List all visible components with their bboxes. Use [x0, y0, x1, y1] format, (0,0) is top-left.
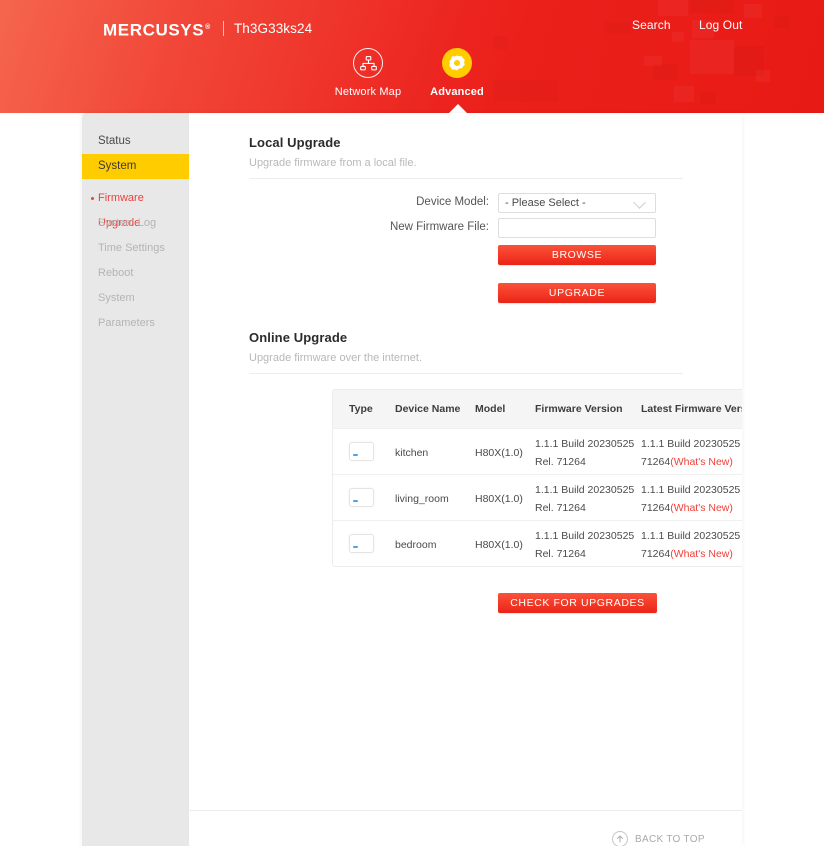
- device-model-label: Device Model:: [416, 196, 489, 208]
- cell-model: H80X(1.0): [475, 492, 523, 505]
- content-pane: Local Upgrade Upgrade firmware from a lo…: [189, 113, 742, 846]
- local-upgrade-subtitle: Upgrade firmware from a local file.: [249, 157, 417, 169]
- brand-name: MERCUSYS: [103, 20, 205, 40]
- cell-firmware-version: 1.1.1 Build 20230525 Rel. 71264: [535, 437, 635, 468]
- sidebar-item-label: System Log: [98, 217, 157, 229]
- sidebar-item-system[interactable]: System: [82, 154, 189, 179]
- sidebar-item-system-log[interactable]: System Log: [82, 211, 189, 236]
- logo-divider: [222, 21, 224, 37]
- back-to-top-button[interactable]: BACK TO TOP: [612, 831, 705, 846]
- search-link[interactable]: Search: [632, 18, 671, 32]
- nav-active-caret: [447, 104, 469, 113]
- nav-item-advanced[interactable]: Advanced: [407, 48, 507, 98]
- sidebar-item-label: Reboot: [98, 267, 134, 279]
- sidebar-item-reboot[interactable]: Reboot: [82, 261, 189, 286]
- browse-button[interactable]: BROWSE: [498, 245, 656, 265]
- cell-model: H80X(1.0): [475, 446, 523, 459]
- firmware-table: Type Device Name Model Firmware Version …: [332, 389, 742, 567]
- device-model-value: - Please Select -: [505, 197, 586, 209]
- page-header: MERCUSYS® Th3G33ks24 Search Log Out Netw…: [0, 0, 824, 113]
- primary-nav: Network Map Advanced: [0, 48, 824, 108]
- local-upgrade-title: Local Upgrade: [249, 135, 341, 150]
- column-header-type: Type: [349, 403, 373, 415]
- whats-new-link[interactable]: (What's New): [670, 548, 733, 560]
- cell-device-name: bedroom: [395, 538, 437, 551]
- cell-device-name: kitchen: [395, 446, 429, 459]
- active-bullet-icon: [91, 197, 94, 200]
- sidebar-item-system-parameters[interactable]: System Parameters: [82, 286, 189, 329]
- local-upgrade-divider: [249, 178, 683, 179]
- online-upgrade-title: Online Upgrade: [249, 330, 348, 345]
- whats-new-link[interactable]: (What's New): [670, 456, 733, 468]
- new-firmware-file-input[interactable]: [498, 218, 656, 238]
- chevron-down-icon: [633, 196, 646, 209]
- whats-new-link[interactable]: (What's New): [670, 502, 733, 514]
- brand-logo: MERCUSYS® Th3G33ks24: [103, 19, 312, 39]
- sidebar-nav: Status System Firmware Upgrade System Lo…: [82, 113, 189, 846]
- registered-mark-icon: ®: [205, 24, 211, 31]
- arrow-up-circle-icon: [612, 831, 628, 846]
- new-firmware-file-label: New Firmware File:: [389, 221, 489, 233]
- table-row[interactable]: kitchen H80X(1.0) 1.1.1 Build 20230525 R…: [333, 428, 742, 474]
- nav-label-advanced: Advanced: [430, 86, 484, 98]
- column-header-model: Model: [475, 403, 506, 415]
- column-header-firmware-version: Firmware Version: [535, 403, 623, 415]
- content-card: Status System Firmware Upgrade System Lo…: [82, 113, 742, 846]
- device-name-label: Th3G33ks24: [233, 21, 313, 37]
- logout-link[interactable]: Log Out: [699, 18, 742, 32]
- cell-firmware-version: 1.1.1 Build 20230525 Rel. 71264: [535, 529, 635, 560]
- back-to-top-label: BACK TO TOP: [635, 833, 705, 845]
- sidebar-item-time-settings[interactable]: Time Settings: [82, 236, 189, 261]
- sidebar-item-firmware-upgrade[interactable]: Firmware Upgrade: [82, 186, 189, 229]
- table-row[interactable]: bedroom H80X(1.0) 1.1.1 Build 20230525 R…: [333, 520, 742, 566]
- upgrade-button[interactable]: UPGRADE: [498, 283, 656, 303]
- cell-model: H80X(1.0): [475, 538, 523, 551]
- network-map-icon: [353, 48, 383, 78]
- router-admin-page: MERCUSYS® Th3G33ks24 Search Log Out Netw…: [0, 0, 824, 846]
- device-model-select[interactable]: - Please Select -: [498, 193, 656, 213]
- table-row[interactable]: living_room H80X(1.0) 1.1.1 Build 202305…: [333, 474, 742, 520]
- broken-image-icon: [349, 442, 374, 461]
- nav-label-network-map: Network Map: [334, 86, 402, 98]
- cell-device-name: living_room: [395, 492, 449, 505]
- broken-image-icon: [349, 534, 374, 553]
- online-upgrade-divider: [249, 373, 683, 374]
- online-upgrade-subtitle: Upgrade firmware over the internet.: [249, 352, 423, 364]
- column-header-latest-firmware-version: Latest Firmware Version: [641, 403, 742, 415]
- column-header-device-name: Device Name: [395, 403, 461, 415]
- check-for-upgrades-button[interactable]: CHECK FOR UPGRADES: [498, 593, 657, 613]
- broken-image-icon: [349, 488, 374, 507]
- sidebar-item-label: System Parameters: [98, 292, 155, 329]
- cell-firmware-version: 1.1.1 Build 20230525 Rel. 71264: [535, 483, 635, 514]
- sidebar-item-label: Time Settings: [98, 242, 165, 254]
- table-header-row: Type Device Name Model Firmware Version …: [333, 390, 742, 428]
- nav-item-network-map[interactable]: Network Map: [318, 48, 418, 98]
- footer-divider: [189, 810, 742, 811]
- gear-icon: [442, 48, 472, 78]
- sidebar-item-status[interactable]: Status: [82, 129, 189, 154]
